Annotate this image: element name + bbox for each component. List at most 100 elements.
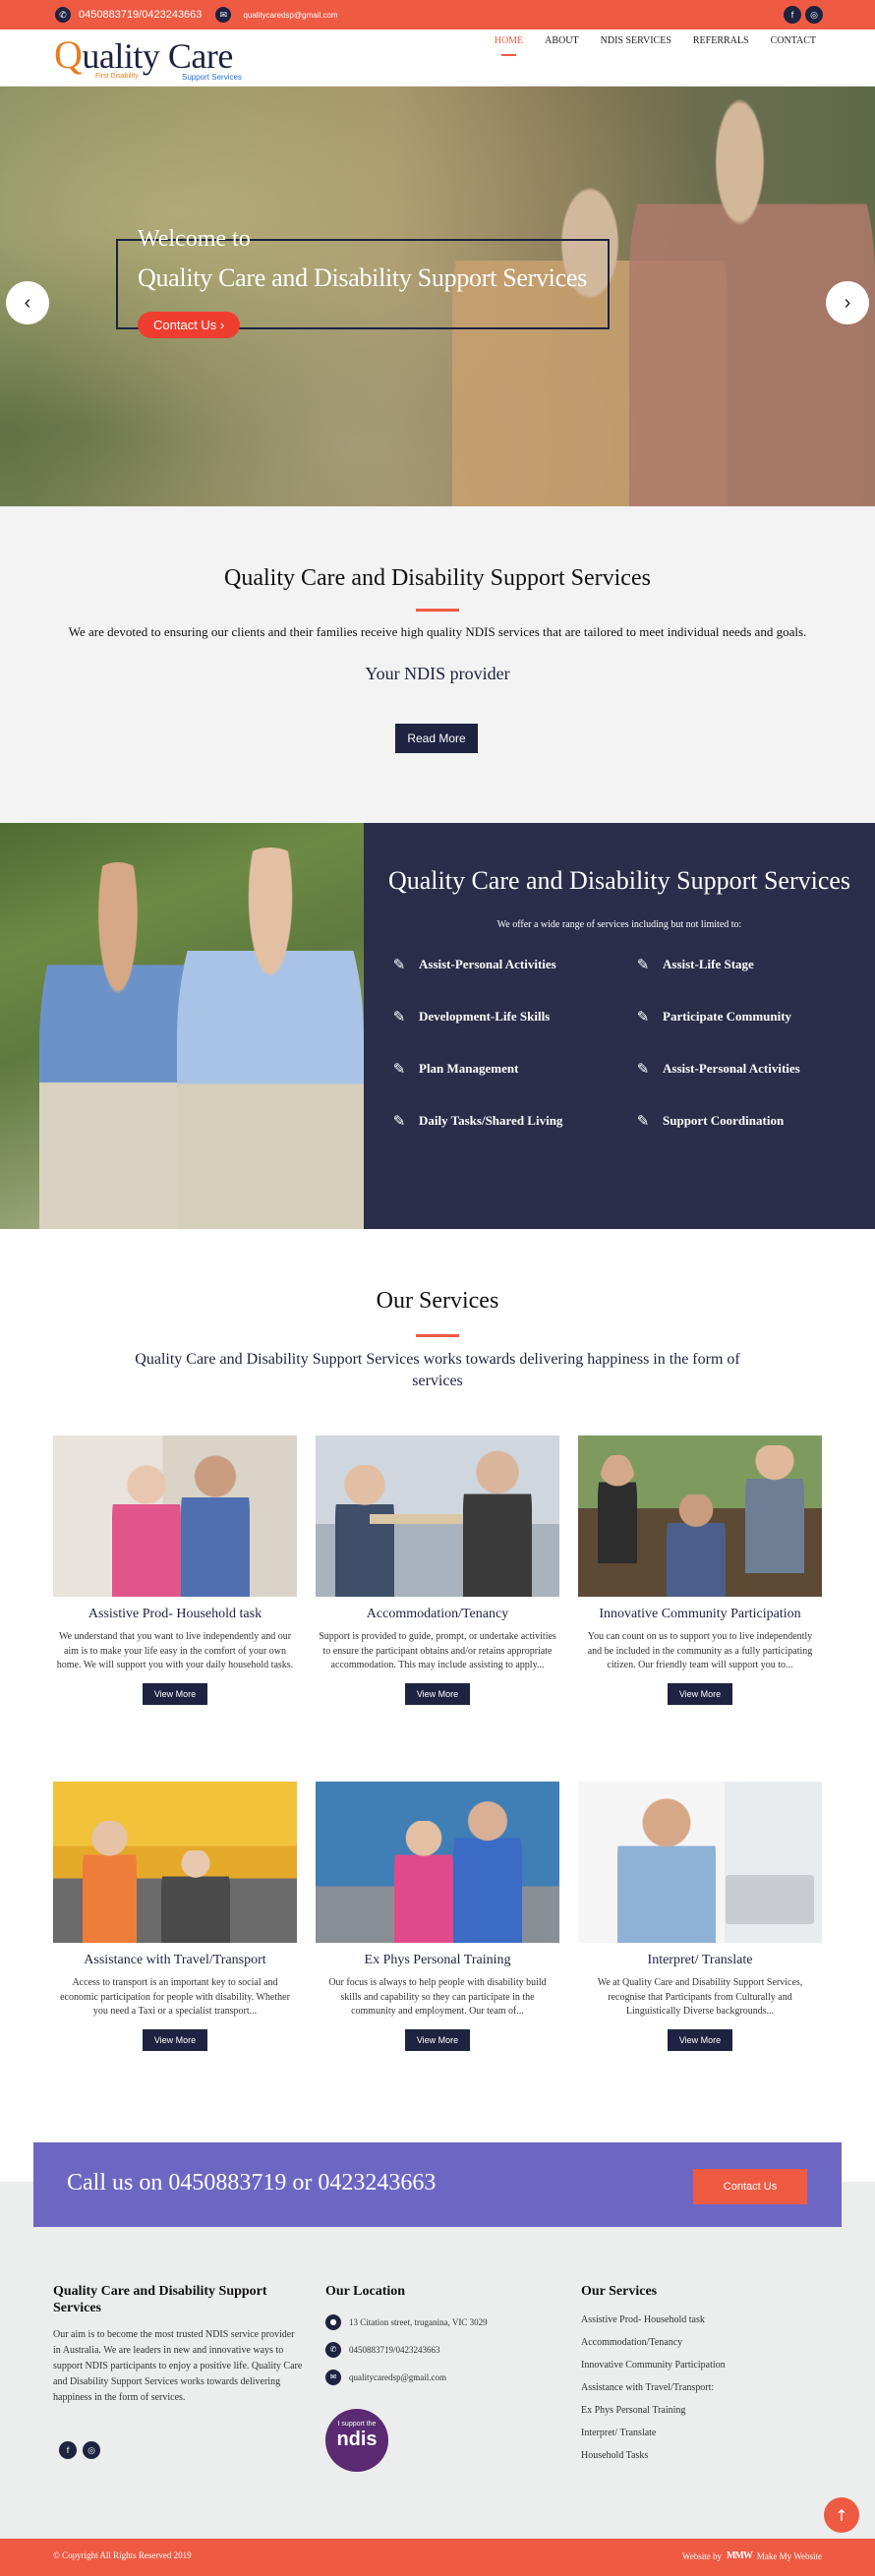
website-by: Website by	[681, 2550, 722, 2561]
service-card: Assistance with Travel/Transport Access …	[53, 1782, 297, 2051]
feature-item: ✎ Assist-Personal Activities	[389, 956, 556, 973]
hero-welcome: Welcome to	[138, 226, 251, 252]
services-title: Our Services	[376, 1288, 499, 1314]
email-text[interactable]: qualitycaredsp@gmail.com	[349, 2372, 446, 2382]
ndis-badge: I support the ndis	[325, 2409, 388, 2472]
instagram-icon[interactable]: ◎	[83, 2441, 100, 2459]
footer-about: Quality Care and Disability Support Serv…	[53, 2284, 304, 2406]
edit-icon: ✎	[392, 1112, 406, 1130]
edit-icon: ✎	[636, 1112, 650, 1130]
service-image[interactable]	[53, 1435, 297, 1597]
logo-tagline-left: First Disability	[95, 73, 139, 80]
footer-service-link[interactable]: Assistance with Travel/Transport:	[581, 2382, 807, 2393]
logo-q: Q	[54, 32, 83, 77]
footer-service-link[interactable]: Household Tasks	[581, 2450, 807, 2461]
footer-email[interactable]: ✉ qualitycaredsp@gmail.com	[325, 2369, 542, 2385]
credits: Website by MMW Make My Website	[682, 2550, 822, 2561]
view-more-button[interactable]: View More	[143, 2028, 207, 2051]
features-section: Quality Care and Disability Support Serv…	[0, 823, 875, 1229]
footer-service-link[interactable]: Innovative Community Participation	[581, 2360, 807, 2371]
instagram-icon[interactable]: ◎	[805, 6, 823, 24]
feature-item: ✎ Assist-Personal Activities	[633, 1060, 800, 1078]
logo-text: uality Care	[82, 36, 233, 76]
service-title[interactable]: Innovative Community Participation	[578, 1607, 822, 1622]
service-text: Access to transport is an important key …	[60, 1977, 290, 2017]
envelope-icon: ✉	[215, 7, 232, 23]
top-contact: ✆ 0450883719/0423243663 ✉ qualitycaredsp…	[55, 7, 338, 23]
footer-service-link[interactable]: Interpret/ Translate	[581, 2428, 807, 2438]
phone-icon: ✆	[55, 7, 71, 23]
main-nav: HOME ABOUT NDIS SERVICES REFERRALS CONTA…	[495, 35, 816, 56]
call-text: Call us on 0450883719 or 0423243663	[67, 2170, 437, 2195]
facebook-icon[interactable]: f	[59, 2441, 77, 2459]
view-more-button[interactable]: View More	[668, 1682, 732, 1705]
view-more-button[interactable]: View More	[405, 2028, 470, 2051]
service-text: We at Quality Care and Disability Suppor…	[597, 1977, 803, 2017]
service-title[interactable]: Interpret/ Translate	[578, 1953, 822, 1968]
nav-ndis-services[interactable]: NDIS SERVICES	[601, 35, 671, 56]
nav-referrals[interactable]: REFERRALS	[693, 35, 749, 56]
footer-service-link[interactable]: Ex Phys Personal Training	[581, 2405, 807, 2416]
service-title[interactable]: Assistive Prod- Household task	[53, 1607, 297, 1622]
nav-about[interactable]: ABOUT	[545, 35, 578, 56]
facebook-icon[interactable]: f	[784, 6, 801, 24]
copyright: © Copyright All Rights Reserved 2019	[53, 2550, 192, 2560]
feature-label: Participate Community	[663, 1009, 792, 1024]
intro-title: Quality Care and Disability Support Serv…	[224, 565, 651, 591]
photo-elderly-man	[177, 848, 364, 1229]
footer-phone[interactable]: ✆ 0450883719/0423243663	[325, 2341, 542, 2358]
feature-label: Assist-Personal Activities	[663, 1061, 800, 1076]
footer-services-title: Our Services	[581, 2284, 658, 2299]
phone-text[interactable]: 0450883719/0423243663	[349, 2345, 440, 2355]
feature-item: ✎ Daily Tasks/Shared Living	[389, 1112, 563, 1130]
service-title[interactable]: Assistance with Travel/Transport	[53, 1953, 297, 1968]
feature-item: ✎ Participate Community	[633, 1008, 791, 1025]
features-photo	[0, 823, 364, 1229]
view-more-button[interactable]: View More	[668, 2028, 732, 2051]
footer-service-link[interactable]: Accommodation/Tenancy	[581, 2337, 807, 2348]
read-more-button[interactable]: Read More	[395, 724, 478, 753]
nav-home[interactable]: HOME	[495, 35, 523, 56]
site-header: Quality Care First Disability Support Se…	[0, 29, 875, 87]
ndis-line1: I support the	[337, 2421, 377, 2428]
intro-text: We are devoted to ensuring our clients a…	[68, 624, 807, 639]
slider-prev-icon[interactable]: ‹	[6, 281, 49, 324]
features-subtitle: We offer a wide range of services includ…	[496, 919, 742, 930]
view-more-button[interactable]: View More	[143, 1682, 207, 1705]
footer-location: Our Location ● 13 Citation street, trugan…	[325, 2284, 542, 2397]
maker-name[interactable]: Make My Website	[757, 2551, 822, 2561]
service-title[interactable]: Accommodation/Tenancy	[316, 1607, 559, 1622]
service-image[interactable]	[316, 1435, 559, 1597]
top-email[interactable]: qualitycaredsp@gmail.com	[243, 11, 337, 20]
service-card: Ex Phys Personal Training Our focus is a…	[316, 1782, 559, 2051]
footer-social: f ◎	[59, 2441, 100, 2459]
feature-label: Development-Life Skills	[419, 1009, 551, 1024]
back-to-top-icon[interactable]: ↑	[824, 2497, 859, 2533]
slider-next-icon[interactable]: ›	[826, 281, 869, 324]
nav-contact[interactable]: CONTACT	[771, 35, 816, 56]
photo-carer	[39, 862, 197, 1229]
address-text: 13 Citation street, truganina, VIC 3029	[349, 2316, 488, 2327]
top-social: f ◎	[784, 6, 823, 24]
service-image[interactable]	[316, 1782, 559, 1943]
service-image[interactable]	[578, 1782, 822, 1943]
hero-contact-button[interactable]: Contact Us ›	[138, 312, 241, 338]
service-image[interactable]	[578, 1435, 822, 1597]
service-image[interactable]	[53, 1782, 297, 1943]
maker-logo[interactable]: MMW	[727, 2550, 753, 2561]
envelope-icon: ✉	[325, 2369, 341, 2385]
logo[interactable]: Quality Care First Disability Support Se…	[54, 32, 242, 83]
service-card: Interpret/ Translate We at Quality Care …	[578, 1782, 822, 2051]
top-phone[interactable]: 0450883719/0423243663	[79, 9, 202, 21]
intro-section: Quality Care and Disability Support Serv…	[0, 506, 875, 823]
service-text: We understand that you want to live inde…	[56, 1631, 294, 1670]
service-text: Support is provided to guide, prompt, or…	[319, 1631, 556, 1670]
feature-item: ✎ Plan Management	[389, 1060, 519, 1078]
footer-service-link[interactable]: Assistive Prod- Household task	[581, 2314, 807, 2325]
call-contact-button[interactable]: Contact Us	[693, 2169, 807, 2204]
view-more-button[interactable]: View More	[405, 1682, 470, 1705]
feature-item: ✎ Assist-Life Stage	[633, 956, 754, 973]
feature-label: Assist-Personal Activities	[419, 957, 556, 971]
service-title[interactable]: Ex Phys Personal Training	[316, 1953, 559, 1968]
feature-label: Daily Tasks/Shared Living	[419, 1113, 563, 1128]
